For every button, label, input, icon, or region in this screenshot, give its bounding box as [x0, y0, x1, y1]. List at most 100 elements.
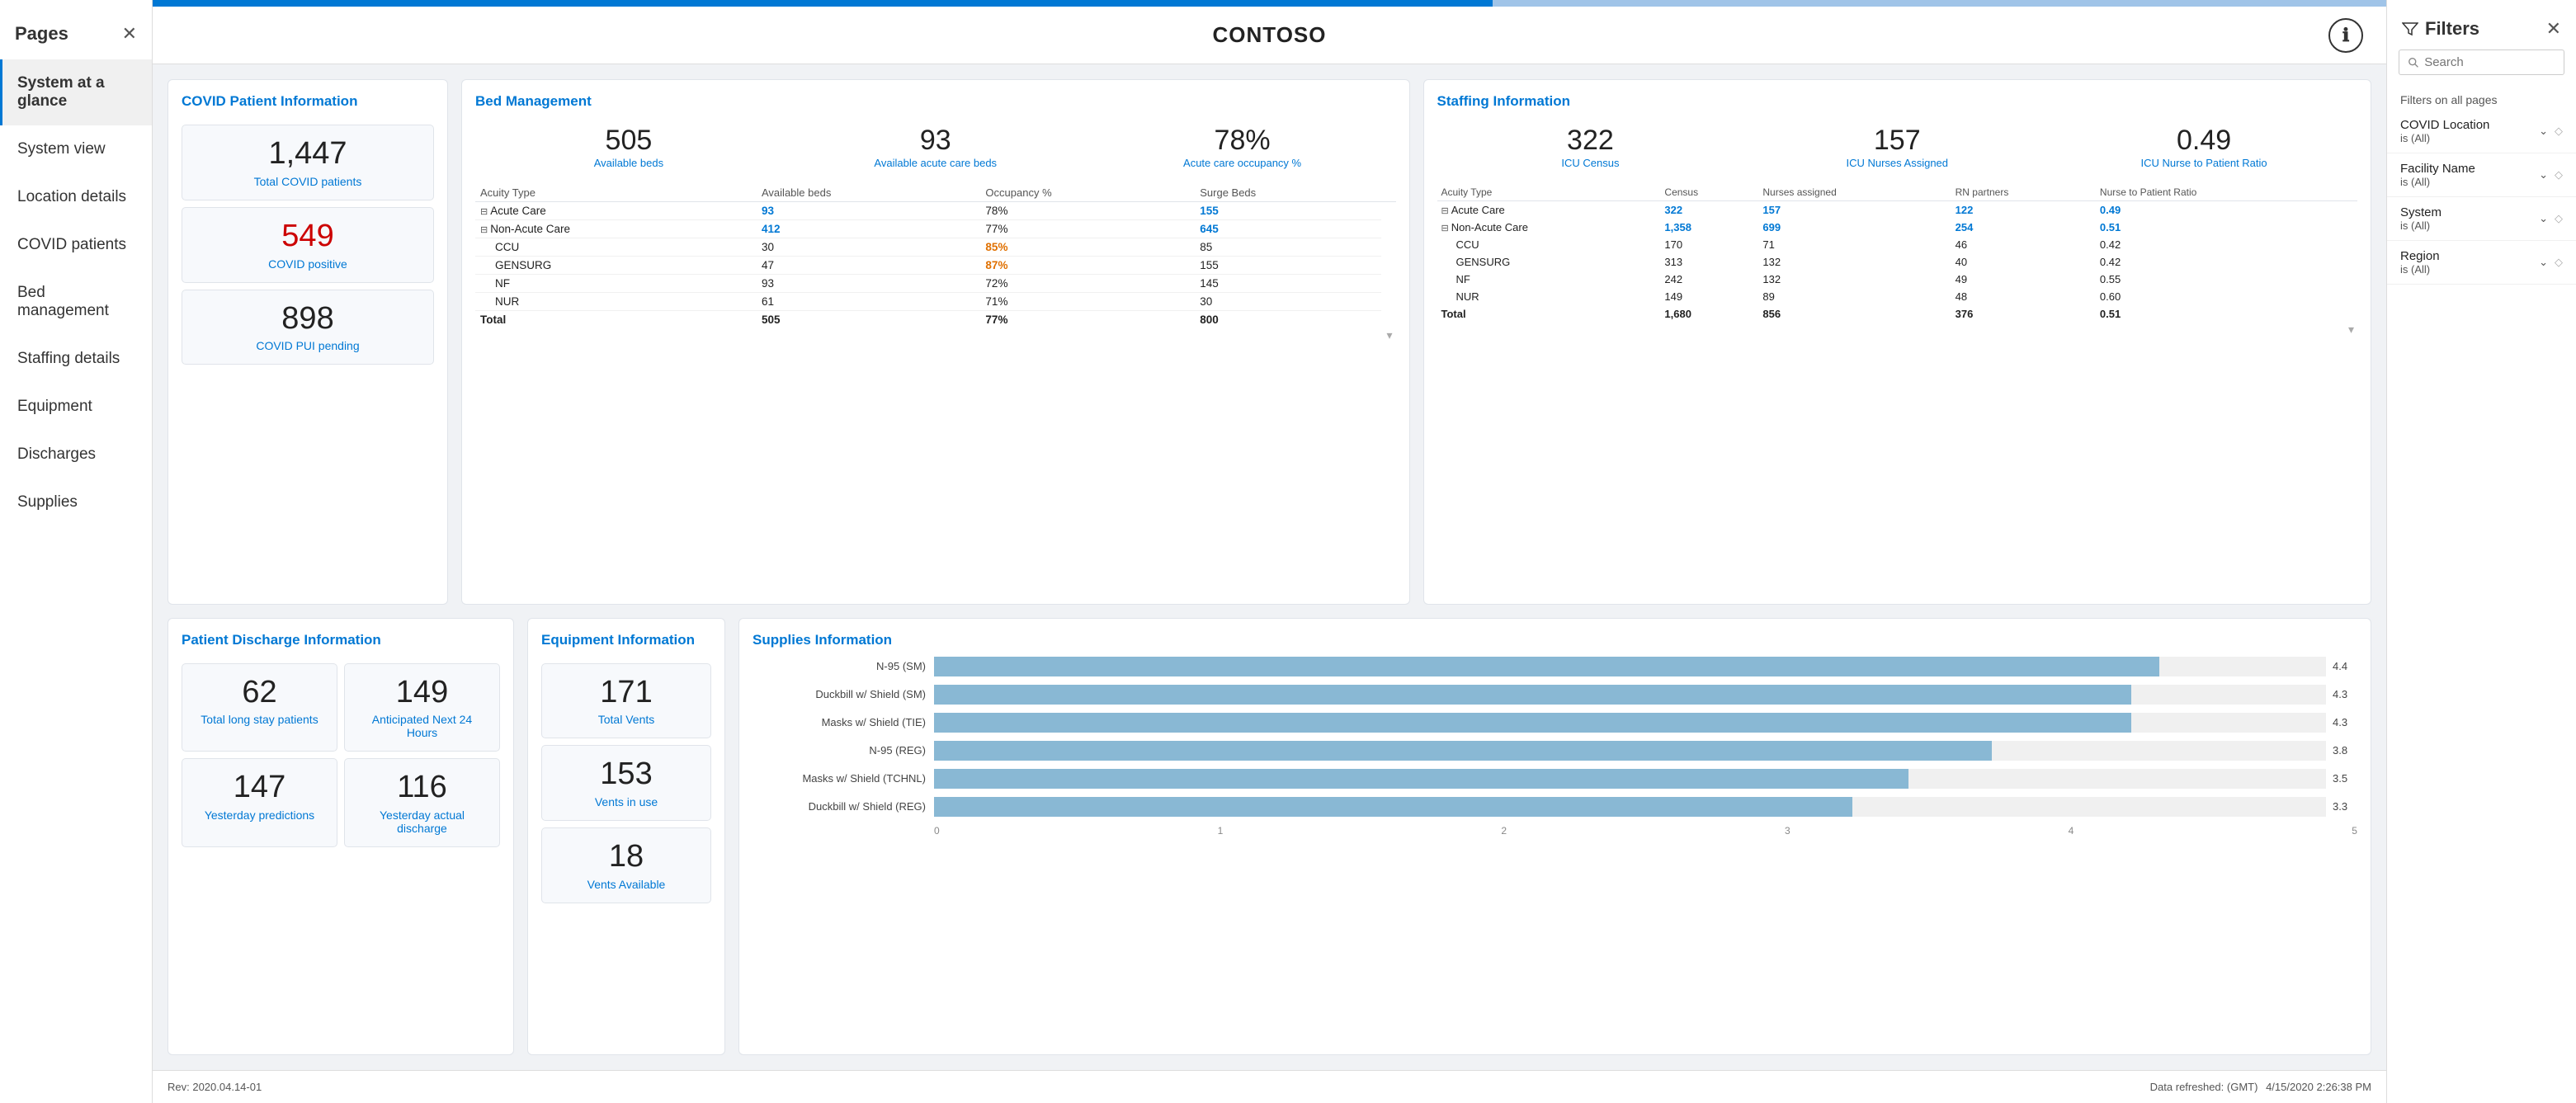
- bed-occupancy-cell: 71%: [980, 293, 1195, 311]
- info-button[interactable]: ℹ: [2328, 18, 2363, 53]
- filter-chevron-icon[interactable]: ⌄: [2539, 256, 2548, 269]
- bed-available-cell: 93: [757, 275, 980, 293]
- covid-positive-label: COVID positive: [194, 257, 422, 271]
- sidebar-item-covid-patients[interactable]: COVID patients: [0, 221, 152, 269]
- bed-occupancy-cell: 72%: [980, 275, 1195, 293]
- filter-clear-icon[interactable]: ◇: [2555, 256, 2563, 269]
- filter-chevron-icon[interactable]: ⌄: [2539, 125, 2548, 138]
- filter-item-actions: ⌄ ◇: [2539, 256, 2563, 269]
- supply-bar-row: Duckbill w/ Shield (SM) 4.3: [753, 685, 2357, 705]
- filter-chevron-icon[interactable]: ⌄: [2539, 212, 2548, 225]
- staff-ratio-cell: 0.51: [2096, 305, 2342, 323]
- bed-available-cell: 505: [757, 311, 980, 329]
- staffing-table: Acuity Type Census Nurses assigned RN pa…: [1437, 184, 2358, 323]
- covid-pui-label: COVID PUI pending: [194, 339, 422, 352]
- sidebar-item-location-details[interactable]: Location details: [0, 173, 152, 221]
- covid-card-title: COVID Patient Information: [182, 93, 434, 110]
- bed-type-cell: NF: [475, 275, 757, 293]
- filter-search-box[interactable]: [2399, 49, 2564, 75]
- bed-acute-stat: 93 Available acute care beds: [782, 118, 1089, 176]
- filter-item-header: COVID Location is (All) ⌄ ◇: [2400, 118, 2563, 144]
- bed-available-stat: 505 Available beds: [475, 118, 782, 176]
- staffing-card-title: Staffing Information: [1437, 93, 2358, 110]
- bed-available-value: 505: [479, 125, 779, 157]
- equipment-card: Equipment Information 171 Total Vents 15…: [527, 618, 725, 1055]
- staff-table-row: GENSURG 313 132 40 0.42: [1437, 253, 2358, 271]
- sidebar-header: Pages ✕: [0, 0, 152, 59]
- bed-surge-cell: 645: [1195, 220, 1380, 238]
- sidebar-item-system-view[interactable]: System view: [0, 125, 152, 173]
- filter-item-actions: ⌄ ◇: [2539, 212, 2563, 225]
- sidebar-item-equipment[interactable]: Equipment: [0, 383, 152, 431]
- staff-ratio-cell: 0.60: [2096, 288, 2342, 305]
- sidebar-close-button[interactable]: ✕: [122, 23, 137, 45]
- supply-bar-label: N-95 (REG): [753, 744, 934, 757]
- staffing-nurse-ratio-stat: 0.49 ICU Nurse to Patient Ratio: [2050, 118, 2357, 176]
- supply-bar-value: 4.4: [2333, 660, 2357, 672]
- sidebar-item-discharges[interactable]: Discharges: [0, 431, 152, 478]
- filters-close-button[interactable]: ✕: [2546, 18, 2561, 40]
- staffing-scroll-down[interactable]: ▾: [1437, 323, 2358, 337]
- bed-available-cell: 93: [757, 202, 980, 220]
- bed-type-cell: NUR: [475, 293, 757, 311]
- staff-type-cell: NUR: [1437, 288, 1661, 305]
- staff-ratio-cell: 0.49: [2096, 201, 2342, 219]
- discharge-card-title: Patient Discharge Information: [182, 632, 500, 648]
- filter-item-header: System is (All) ⌄ ◇: [2400, 205, 2563, 232]
- sidebar-item-bed-management[interactable]: Bed management: [0, 269, 152, 335]
- staff-col-rn: RN partners: [1951, 184, 2096, 201]
- filter-clear-icon[interactable]: ◇: [2555, 212, 2563, 225]
- filter-item-header: Region is (All) ⌄ ◇: [2400, 249, 2563, 276]
- staff-type-cell: ⊟Non-Acute Care: [1437, 219, 1661, 236]
- filters-header: Filters ✕: [2387, 0, 2576, 49]
- staff-table-row: NF 242 132 49 0.55: [1437, 271, 2358, 288]
- supply-bar-track: [934, 685, 2326, 705]
- bed-acute-label: Available acute care beds: [786, 157, 1086, 169]
- bed-occupancy-value: 78%: [1092, 125, 1393, 157]
- discharge-metric-box: 116 Yesterday actual discharge: [344, 758, 500, 847]
- filter-item-content: COVID Location is (All): [2400, 118, 2489, 144]
- supply-bar-fill: [934, 797, 1852, 817]
- sidebar-item-staffing-details[interactable]: Staffing details: [0, 335, 152, 383]
- discharge-metric-label: Yesterday predictions: [194, 808, 325, 822]
- filter-item-sub: is (All): [2400, 219, 2442, 232]
- footer-refresh: Data refreshed: (GMT) 4/15/2020 2:26:38 …: [2150, 1081, 2371, 1093]
- supply-bar-value: 4.3: [2333, 716, 2357, 728]
- filter-clear-icon[interactable]: ◇: [2555, 125, 2563, 138]
- staff-census-cell: 242: [1660, 271, 1758, 288]
- bed-card-title: Bed Management: [475, 93, 1396, 110]
- filter-chevron-icon[interactable]: ⌄: [2539, 168, 2548, 181]
- staff-rn-cell: 254: [1951, 219, 2096, 236]
- equipment-metric-label: Vents Available: [554, 878, 699, 891]
- staffing-icu-census-label: ICU Census: [1441, 157, 1741, 169]
- dashboard-content: COVID Patient Information 1,447 Total CO…: [153, 64, 2386, 1070]
- top-row: COVID Patient Information 1,447 Total CO…: [167, 79, 2371, 605]
- bed-card: Bed Management 505 Available beds 93 Ava…: [461, 79, 1410, 605]
- supply-bar-label: Masks w/ Shield (TCHNL): [753, 772, 934, 785]
- bed-occupancy-cell: 77%: [980, 220, 1195, 238]
- covid-positive-box: 549 COVID positive: [182, 207, 434, 283]
- filter-clear-icon[interactable]: ◇: [2555, 168, 2563, 181]
- filter-item-actions: ⌄ ◇: [2539, 168, 2563, 181]
- staff-nurses-cell: 71: [1758, 236, 1951, 253]
- supply-bar-track: [934, 713, 2326, 733]
- equipment-metrics: 171 Total Vents 153 Vents in use 18 Vent…: [541, 663, 711, 903]
- filter-search-input[interactable]: [2424, 55, 2555, 69]
- covid-total-value: 1,447: [194, 137, 422, 172]
- staff-type-cell: Total: [1437, 305, 1661, 323]
- bed-table-row: ⊟Non-Acute Care 412 77% 645: [475, 220, 1396, 238]
- supply-bar-label: Duckbill w/ Shield (SM): [753, 688, 934, 700]
- bed-scroll-down[interactable]: ▾: [475, 328, 1396, 342]
- filter-item-title: COVID Location: [2400, 118, 2489, 132]
- covid-pui-box: 898 COVID PUI pending: [182, 290, 434, 365]
- sidebar-item-supplies[interactable]: Supplies: [0, 478, 152, 526]
- staffing-summary: 322 ICU Census 157 ICU Nurses Assigned 0…: [1437, 118, 2358, 176]
- discharge-card: Patient Discharge Information 62 Total l…: [167, 618, 514, 1055]
- equipment-metric-box: 171 Total Vents: [541, 663, 711, 739]
- supply-bar-value: 4.3: [2333, 688, 2357, 700]
- sidebar-item-system-at-a-glance[interactable]: System at a glance: [0, 59, 152, 125]
- staff-col-nurses: Nurses assigned: [1758, 184, 1951, 201]
- staffing-nurse-ratio-label: ICU Nurse to Patient Ratio: [2054, 157, 2354, 169]
- staff-nurses-cell: 132: [1758, 271, 1951, 288]
- staffing-icu-census-stat: 322 ICU Census: [1437, 118, 1744, 176]
